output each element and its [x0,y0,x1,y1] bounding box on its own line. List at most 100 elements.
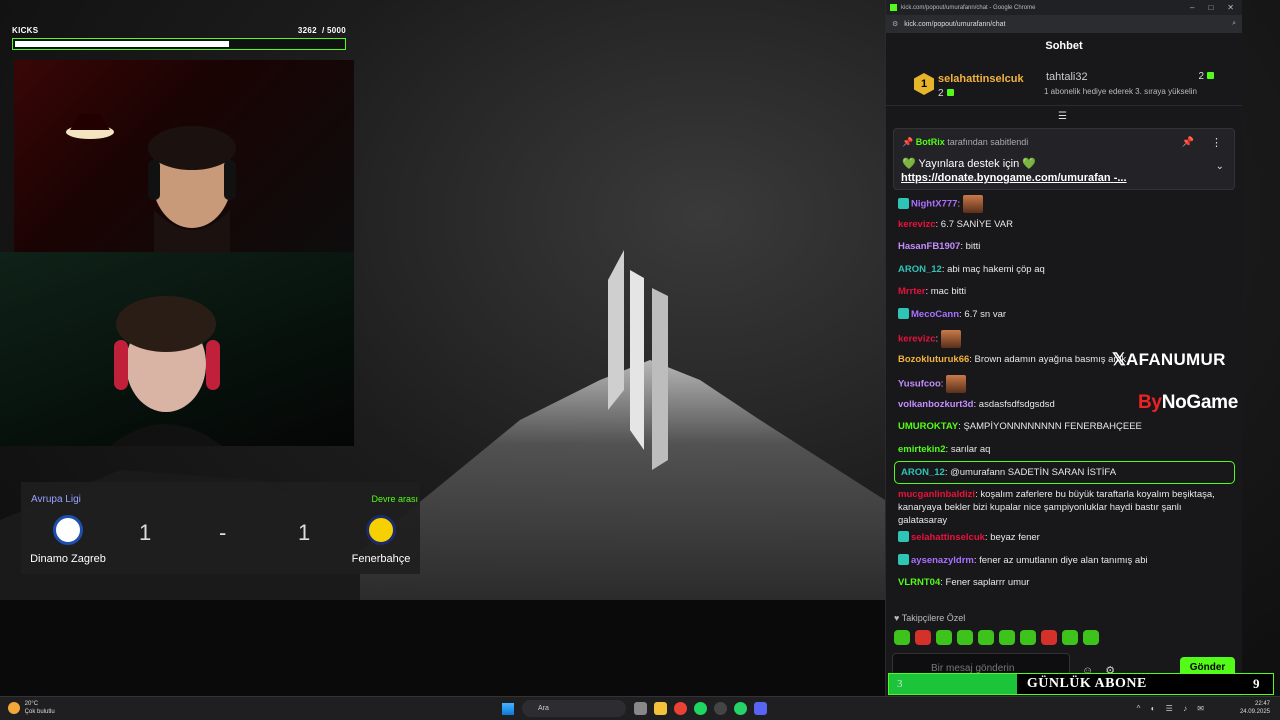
chevron-down-icon[interactable]: ⌄ [1216,161,1224,172]
chat-message: mucganlinbaldizi: koşalım zaferlere bu b… [898,489,1215,526]
emote-image [962,195,983,213]
chat-username[interactable]: ARON_12 [901,467,945,478]
address-bar[interactable]: ⚙ kick.com/popout/umurafann/chat ⌕ [886,15,1242,33]
chat-username[interactable]: aysenazyldrm [911,555,974,566]
spotify-icon[interactable] [694,702,707,715]
fenerbahce-crest-icon [366,515,396,545]
maximize-icon[interactable]: □ [1208,3,1213,12]
chrome-icon[interactable] [674,702,687,715]
emote-image [946,375,967,393]
chat-username[interactable]: volkanbozkurt3d [898,399,974,410]
chat-username[interactable]: selahattinselcuk [911,532,985,543]
chat-message: MecoCann: 6.7 sn var [886,304,1243,327]
whatsapp-icon[interactable] [734,702,747,715]
chat-username[interactable]: kerevizc [898,219,936,230]
system-tray[interactable]: ^ ◐ ☰ ♪ ✉ [1137,704,1208,713]
emote-icon[interactable] [999,630,1015,645]
chat-username[interactable]: MecoCann [911,309,959,320]
chat-text: @umurafann SADETİN SARAN İSTİFA [950,467,1117,478]
sub-goal-current: 3 [889,674,1017,694]
kicks-progress-fill [15,41,229,47]
emote-icon[interactable] [957,630,973,645]
task-view-icon[interactable] [634,702,647,715]
chat-text: 6.7 SANİYE VAR [940,218,1013,230]
file-explorer-icon[interactable] [654,702,667,715]
chat-username[interactable]: ARON_12 [898,264,942,275]
chat-text: mac bitti [930,286,967,297]
emote-icon[interactable] [1062,630,1078,645]
chat-popout-window: kick.com/popout/umurafann/chat - Google … [885,0,1242,696]
chat-username[interactable]: UMUROKTAY [898,421,958,432]
kicks-progress-bar [12,38,346,50]
leader-first-name[interactable]: selahattinselcuk [938,73,1024,85]
taskbar-clock[interactable]: 22:47 24.09.2025 [1240,700,1270,716]
chat-message: selahattinselcuk: beyaz fener [886,527,1243,550]
user-badge-icon [898,531,909,542]
chat-username[interactable]: HasanFB1907 [898,241,960,252]
chat-username[interactable]: VLRNT04 [898,577,940,588]
chat-message: UMUROKTAY: ŞAMPİYONNNNNNNN FENERBAHÇEEE [898,421,1142,432]
obs-icon[interactable] [714,702,727,715]
start-button[interactable] [502,703,514,715]
chat-message: aysenazyldrm: fener az umutlanın diye al… [886,550,1243,573]
leader-second-name[interactable]: tahtali32 [1046,71,1088,83]
emote-icon[interactable] [1041,630,1057,645]
chat-text: fener az umutlanın diye alan tanımış abi [979,554,1148,566]
webcam-streamer [14,60,354,252]
more-options-icon[interactable]: ⋮ [1211,136,1222,149]
discord-icon[interactable] [754,702,767,715]
taskbar-search[interactable]: Ara [522,700,626,717]
gift-icon [1207,72,1214,79]
home-goals: 1 [139,520,152,545]
chat-text: 6.7 sn var [964,308,1007,320]
kicks-goal-widget: KICKS 3262 / 5000 [12,26,346,50]
window-title: kick.com/popout/umurafann/chat - Google … [901,4,1036,11]
chat-message: HasanFB1907: bitti [898,241,981,252]
pinned-apps [634,702,767,715]
minimize-icon[interactable]: – [1190,3,1194,12]
chat-username[interactable]: emirtekin2 [898,444,946,455]
site-settings-icon[interactable]: ⚙ [892,20,898,28]
taskbar: 20°C Çok bulutlu Ara ^ ◐ ☰ ♪ ✉ 22:47 24.09… [0,696,1280,720]
zoom-icon[interactable]: ⌕ [1232,20,1236,28]
chat-message: kerevizc: [886,326,1243,349]
away-goals: 1 [298,520,311,545]
expand-leaderboard-icon[interactable]: ☰ [1058,111,1067,122]
user-badge-icon [898,553,909,565]
sponsor-logo: ByNoGame [1138,392,1239,413]
chat-text: Fener saplarrr umur [945,577,1030,588]
chat-username[interactable]: mucganlinbaldizi [898,489,975,500]
away-team: Fenerbahçe [336,515,426,565]
chat-message: Yusufcoo: [886,371,1243,394]
dinamo-crest-icon [53,515,83,545]
emote-icon[interactable] [915,630,931,645]
close-icon[interactable]: ✕ [1227,3,1234,12]
sub-goal-target: 9 [1253,676,1260,691]
emote-icon[interactable] [1020,630,1036,645]
window-titlebar: kick.com/popout/umurafann/chat - Google … [886,0,1242,15]
chat-text: sarılar aq [950,443,991,455]
emote-icon[interactable] [978,630,994,645]
chat-message: NightX777: [886,191,1243,214]
emote-icon[interactable] [1083,630,1099,645]
chat-username[interactable]: Mrrter [898,286,925,297]
emote-image [940,330,961,348]
chat-text: bitti [965,241,981,252]
match-status: Devre arası [371,494,418,504]
pinned-link[interactable]: https://donate.bynogame.com/umurafan -..… [901,172,1127,184]
weather-widget[interactable]: 20°C Çok bulutlu [8,700,55,716]
user-badge-icon [898,197,909,209]
daily-sub-goal: 3 GÜNLÜK ABONE 9 [888,673,1274,695]
sub-goal-label: GÜNLÜK ABONE [1026,676,1147,691]
chat-username[interactable]: NightX777 [911,199,957,210]
away-team-name: Fenerbahçe [351,553,411,565]
user-badge-icon [898,307,909,319]
pin-icon[interactable]: 📌 [1182,137,1194,148]
kick-favicon-icon [890,4,897,11]
chat-username[interactable]: Bozokluturuk66 [898,354,969,365]
chat-username[interactable]: Yusufcoo [898,379,941,390]
chat-username[interactable]: kerevizc [898,334,936,345]
chat-message: ARON_12: @umurafann SADETİN SARAN İSTİFA [894,461,1235,484]
emote-icon[interactable] [936,630,952,645]
emote-icon[interactable] [894,630,910,645]
